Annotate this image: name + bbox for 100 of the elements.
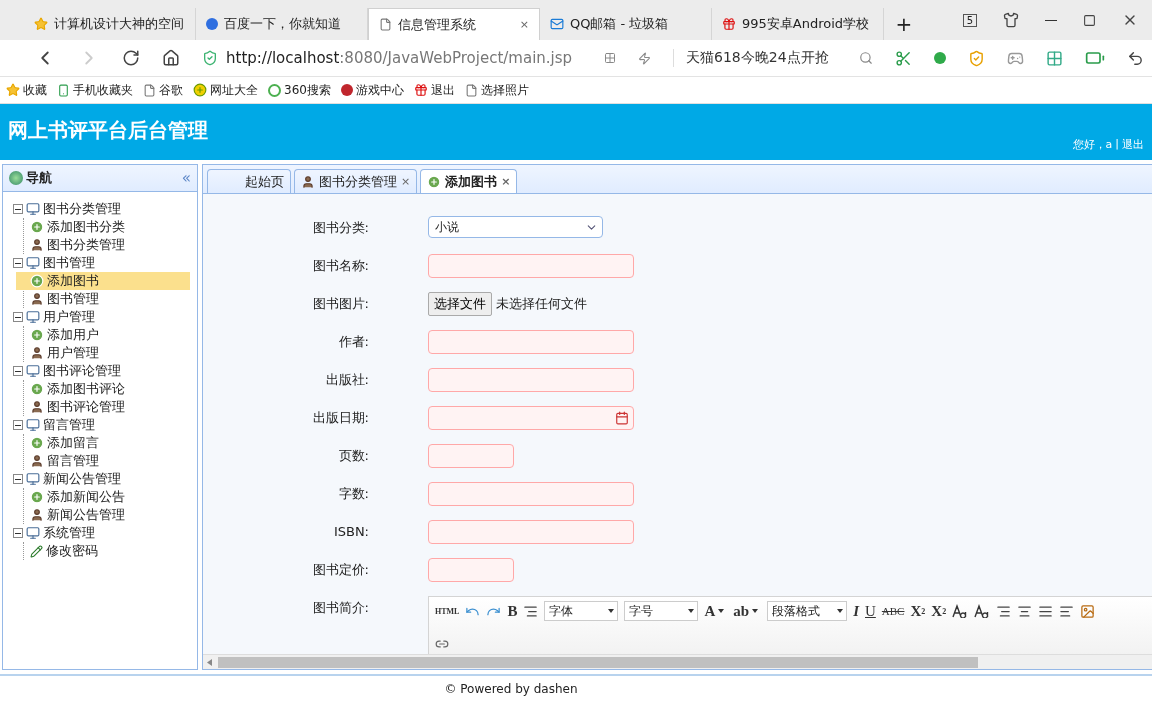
input-field[interactable] — [428, 520, 634, 544]
collapse-icon[interactable] — [13, 312, 23, 322]
collapse-icon[interactable] — [13, 528, 23, 538]
reload-icon[interactable] — [122, 49, 140, 67]
input-field[interactable] — [428, 444, 514, 468]
star-icon — [34, 17, 48, 31]
bookmark-link[interactable]: 谷歌 — [159, 81, 183, 99]
tree-item[interactable]: 用户管理 — [16, 344, 190, 362]
letter-case-icon[interactable] — [974, 604, 991, 618]
lightning-icon[interactable] — [638, 51, 651, 65]
color-button[interactable]: A — [704, 602, 728, 620]
align-icon[interactable] — [1038, 603, 1054, 619]
dropdown[interactable]: 字体 — [544, 601, 619, 621]
dropdown[interactable]: 字号 — [624, 601, 699, 621]
bold-button[interactable]: B — [507, 602, 518, 620]
category-select[interactable]: 小说 — [428, 216, 603, 238]
tree-item[interactable]: 图书分类管理 — [16, 236, 190, 254]
bookmark-link[interactable]: 收藏 — [23, 81, 47, 99]
tree-item[interactable]: 添加用户 — [16, 326, 190, 344]
strikethrough-button[interactable]: ABC — [881, 605, 905, 617]
new-tab-button[interactable]: + — [884, 8, 924, 40]
tab-count[interactable]: 5 — [962, 13, 977, 27]
dropdown[interactable]: 段落格式 — [767, 601, 848, 621]
address-bar[interactable]: http://localhost:8080/JavaWebProject/main.jsp — [202, 49, 582, 67]
align-icon[interactable] — [1017, 603, 1033, 619]
align-icon[interactable] — [996, 603, 1012, 619]
color-button[interactable]: ab — [733, 602, 762, 620]
tree-item[interactable]: 添加图书评论 — [16, 380, 190, 398]
tree-node[interactable]: 图书分类管理 — [43, 200, 121, 218]
input-field[interactable] — [428, 368, 634, 392]
browser-tab[interactable]: 995安卓Android学校 — [712, 8, 884, 40]
monitor-icon — [26, 310, 40, 324]
footer-text: © Powered by dashen — [444, 682, 578, 696]
apps-icon[interactable] — [1045, 49, 1063, 67]
collapse-icon[interactable] — [13, 474, 23, 484]
tree-item[interactable]: 新闻公告管理 — [16, 506, 190, 524]
tree-item[interactable]: 修改密码 — [16, 542, 190, 560]
tree-item[interactable]: 图书评论管理 — [16, 398, 190, 416]
scroll-left-icon[interactable] — [207, 658, 212, 666]
bookmark-link[interactable]: 退出 — [430, 81, 455, 99]
tree-node[interactable]: 系统管理 — [43, 524, 95, 542]
panel-title: 导航 — [26, 169, 53, 187]
collapse-icon[interactable] — [13, 366, 23, 376]
collapse-icon[interactable] — [13, 258, 23, 268]
browser-tab[interactable]: 信息管理系统 × — [368, 8, 540, 40]
bookmark-link[interactable]: 游戏中心 — [355, 81, 404, 99]
home-icon[interactable] — [162, 49, 180, 67]
collapse-icon[interactable] — [13, 420, 23, 430]
tree-item[interactable]: 添加新闻公告 — [16, 488, 190, 506]
tree-item[interactable]: 添加留言 — [16, 434, 190, 452]
minimize-icon[interactable] — [1045, 19, 1057, 21]
tree-node[interactable]: 图书评论管理 — [43, 362, 121, 380]
image-icon[interactable] — [1080, 603, 1096, 619]
undo-icon[interactable] — [1126, 49, 1144, 67]
tree-item[interactable]: 留言管理 — [16, 452, 190, 470]
content-tab[interactable]: 图书分类管理 × — [294, 169, 418, 193]
input-field[interactable] — [428, 558, 514, 582]
italic-button[interactable]: I — [853, 602, 859, 620]
field-label: 图书定价: — [311, 561, 369, 579]
tree-item[interactable]: 添加图书分类 — [16, 218, 190, 236]
indent-icon[interactable] — [523, 603, 539, 619]
letter-case-icon[interactable] — [952, 604, 969, 618]
horizontal-scrollbar[interactable] — [203, 654, 1152, 669]
bookmark-link[interactable]: 网址大全 — [210, 81, 258, 99]
page-icon — [143, 83, 156, 97]
tree-node[interactable]: 新闻公告管理 — [43, 470, 121, 488]
tree-item[interactable]: 添加图书 — [16, 272, 190, 290]
search-field[interactable]: 天猫618今晚24点开抢 — [673, 49, 873, 67]
collapse-icon[interactable] — [13, 204, 23, 214]
bookmark-link[interactable]: 手机收藏夹 — [73, 81, 133, 99]
input-field[interactable] — [428, 482, 634, 506]
content-tab[interactable]: 添加图书 × — [420, 169, 518, 193]
browser-tab[interactable]: 计算机设计大神的空间 — [24, 8, 196, 40]
tree-node[interactable]: 图书管理 — [43, 254, 95, 272]
field-label: 图书简介: — [311, 599, 369, 617]
content-tab[interactable]: 起始页 — [207, 169, 291, 193]
grid-icon[interactable] — [604, 52, 616, 64]
bookmark-link[interactable]: 选择照片 — [480, 81, 529, 99]
input-field[interactable] — [428, 254, 634, 278]
html-button[interactable]: HTML — [435, 606, 460, 616]
maximize-icon[interactable] — [1083, 13, 1096, 27]
tree-node[interactable]: 用户管理 — [43, 308, 95, 326]
plus-circle-icon — [30, 382, 44, 396]
underline-button[interactable]: U — [865, 602, 876, 620]
tree-item[interactable]: 图书管理 — [16, 290, 190, 308]
scissors-icon[interactable] — [894, 49, 912, 67]
shirt-icon[interactable] — [1003, 12, 1019, 28]
plus-circle-icon — [427, 174, 442, 189]
date-field[interactable] — [428, 406, 634, 430]
globe-icon — [9, 171, 23, 185]
bookmark-link[interactable]: 360搜索 — [284, 81, 331, 99]
input-field[interactable] — [428, 330, 634, 354]
plus-circle-icon — [30, 436, 44, 450]
choose-file-button[interactable]: 选择文件 — [428, 292, 492, 316]
calendar-icon[interactable] — [615, 411, 629, 425]
align-icon[interactable] — [1059, 603, 1075, 619]
browser-tab[interactable]: QQ邮箱 - 垃圾箱 — [540, 8, 712, 40]
link-icon[interactable] — [435, 637, 449, 651]
search-icon[interactable] — [858, 51, 873, 65]
tree-node[interactable]: 留言管理 — [43, 416, 95, 434]
